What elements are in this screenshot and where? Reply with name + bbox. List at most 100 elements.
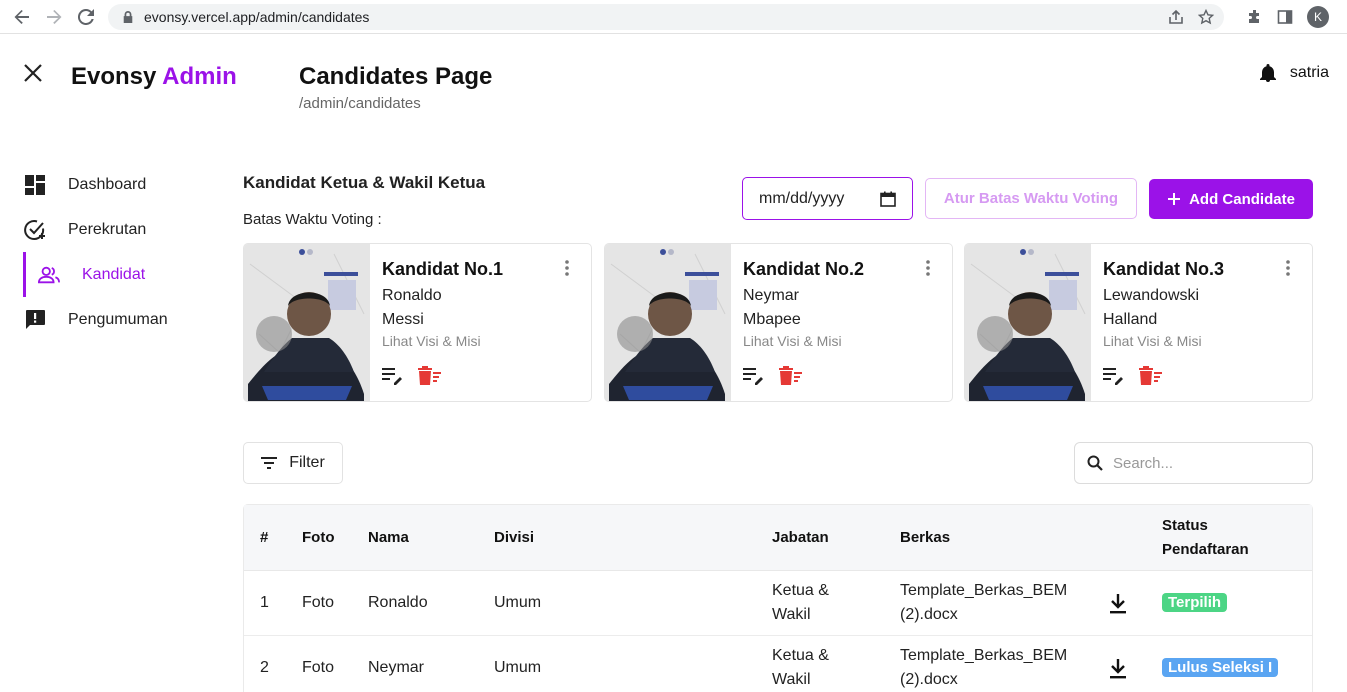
cell-divisi: Umum bbox=[494, 659, 542, 676]
user-menu[interactable]: satria bbox=[1259, 64, 1329, 82]
side-panel-icon[interactable] bbox=[1277, 9, 1293, 25]
share-icon[interactable] bbox=[1168, 9, 1184, 25]
more-options-icon[interactable] bbox=[1280, 258, 1296, 278]
candidate-name-ketua: Neymar bbox=[743, 287, 800, 304]
sidebar-item-label: Pengumuman bbox=[68, 310, 168, 328]
cell-num: 1 bbox=[260, 594, 269, 611]
add-candidate-button[interactable]: Add Candidate bbox=[1149, 179, 1313, 219]
table-row: 2 Foto Neymar Umum Ketua & Wakil Templat… bbox=[244, 636, 1312, 692]
candidates-table: # Foto Nama Divisi Jabatan Berkas Status… bbox=[243, 504, 1313, 692]
brand-logo: Evonsy Admin bbox=[71, 63, 237, 91]
filter-icon bbox=[261, 457, 278, 469]
candidate-card: Kandidat No.3 Lewandowski Halland Lihat … bbox=[964, 243, 1313, 402]
more-options-icon[interactable] bbox=[920, 258, 936, 278]
delete-icon[interactable] bbox=[779, 366, 803, 386]
sidebar-item-kandidat[interactable]: Kandidat bbox=[0, 252, 230, 297]
candidate-name-wakil: Messi bbox=[382, 311, 424, 328]
candidate-name-ketua: Lewandowski bbox=[1103, 287, 1200, 304]
sidebar-item-pengumuman[interactable]: Pengumuman bbox=[0, 297, 230, 342]
cell-berkas-line2: (2).docx bbox=[900, 671, 958, 688]
people-icon bbox=[38, 264, 60, 286]
bell-icon[interactable] bbox=[1259, 64, 1276, 82]
status-badge: Lulus Seleksi I bbox=[1162, 658, 1279, 677]
breadcrumb: /admin/candidates bbox=[299, 95, 421, 112]
search-input[interactable] bbox=[1113, 454, 1293, 472]
vision-mission-link[interactable]: Lihat Visi & Misi bbox=[1103, 333, 1224, 349]
edit-icon[interactable] bbox=[743, 366, 765, 386]
dashboard-icon bbox=[24, 174, 46, 196]
profile-avatar[interactable]: K bbox=[1307, 6, 1329, 28]
candidate-title: Kandidat No.3 bbox=[1103, 259, 1225, 279]
cell-jabatan-line2: Wakil bbox=[772, 671, 811, 688]
forward-icon[interactable] bbox=[40, 3, 68, 31]
search-icon bbox=[1087, 455, 1103, 471]
vision-mission-link[interactable]: Lihat Visi & Misi bbox=[382, 333, 503, 349]
url-text: evonsy.vercel.app/admin/candidates bbox=[144, 9, 370, 25]
date-input[interactable]: mm/dd/yyyy bbox=[742, 177, 913, 220]
sidebar-item-label: Dashboard bbox=[68, 175, 147, 193]
reload-icon[interactable] bbox=[72, 3, 100, 31]
col-status-line2: Pendaftaran bbox=[1162, 541, 1249, 558]
cell-foto: Foto bbox=[302, 594, 335, 611]
candidate-photo bbox=[605, 244, 731, 401]
vision-mission-link[interactable]: Lihat Visi & Misi bbox=[743, 333, 864, 349]
cell-berkas-line2: (2).docx bbox=[900, 606, 958, 623]
cell-jabatan-line1: Ketua & bbox=[772, 582, 829, 599]
check-plus-icon bbox=[24, 219, 46, 241]
close-icon[interactable] bbox=[22, 62, 44, 84]
add-candidate-label: Add Candidate bbox=[1189, 190, 1295, 208]
candidate-name-wakil: Mbapee bbox=[743, 311, 801, 328]
edit-icon[interactable] bbox=[382, 366, 404, 386]
candidate-card: Kandidat No.1 Ronaldo Messi Lihat Visi &… bbox=[243, 243, 592, 402]
brand-main: Evonsy bbox=[71, 63, 157, 90]
back-icon[interactable] bbox=[8, 3, 36, 31]
candidate-title: Kandidat No.2 bbox=[743, 259, 865, 279]
announcement-icon bbox=[24, 309, 46, 331]
delete-icon[interactable] bbox=[1139, 366, 1163, 386]
cell-nama: Ronaldo bbox=[368, 594, 428, 611]
table-header: # Foto Nama Divisi Jabatan Berkas Status… bbox=[244, 505, 1312, 571]
date-placeholder: mm/dd/yyyy bbox=[759, 189, 845, 207]
section-title: Kandidat Ketua & Wakil Ketua bbox=[243, 173, 486, 192]
cell-berkas-line1: Template_Berkas_BEM bbox=[900, 647, 1068, 664]
col-nama: Nama bbox=[368, 529, 409, 546]
filter-button[interactable]: Filter bbox=[243, 442, 343, 484]
cell-divisi: Umum bbox=[494, 594, 542, 611]
col-num: # bbox=[260, 529, 269, 546]
calendar-icon[interactable] bbox=[880, 191, 896, 207]
cell-nama: Neymar bbox=[368, 659, 425, 676]
table-row: 1 Foto Ronaldo Umum Ketua & Wakil Templa… bbox=[244, 571, 1312, 636]
download-icon[interactable] bbox=[1108, 658, 1128, 680]
candidate-photo bbox=[244, 244, 370, 401]
sidebar-item-perekrutan[interactable]: Perekrutan bbox=[0, 207, 230, 252]
cell-jabatan-line1: Ketua & bbox=[772, 647, 829, 664]
cell-num: 2 bbox=[260, 659, 269, 676]
search-box[interactable] bbox=[1074, 442, 1313, 484]
sidebar-item-label: Kandidat bbox=[82, 265, 146, 283]
status-badge: Terpilih bbox=[1162, 593, 1228, 612]
col-jabatan: Jabatan bbox=[772, 529, 829, 546]
sidebar-item-dashboard[interactable]: Dashboard bbox=[0, 162, 230, 207]
edit-icon[interactable] bbox=[1103, 366, 1125, 386]
sidebar-item-label: Perekrutan bbox=[68, 220, 147, 238]
deadline-label: Batas Waktu Voting : bbox=[243, 211, 382, 228]
candidate-name-ketua: Ronaldo bbox=[382, 287, 442, 304]
cell-berkas-line1: Template_Berkas_BEM bbox=[900, 582, 1068, 599]
col-berkas: Berkas bbox=[900, 529, 951, 546]
delete-icon[interactable] bbox=[418, 366, 442, 386]
plus-icon bbox=[1168, 193, 1181, 205]
lock-icon bbox=[123, 11, 133, 23]
page-title: Candidates Page bbox=[299, 63, 493, 90]
candidate-photo bbox=[965, 244, 1091, 401]
download-icon[interactable] bbox=[1108, 593, 1128, 615]
bookmark-star-icon[interactable] bbox=[1198, 9, 1214, 25]
brand-accent: Admin bbox=[162, 63, 237, 90]
cell-foto: Foto bbox=[302, 659, 335, 676]
more-options-icon[interactable] bbox=[559, 258, 575, 278]
set-deadline-button[interactable]: Atur Batas Waktu Voting bbox=[925, 178, 1137, 219]
cell-jabatan-line2: Wakil bbox=[772, 606, 811, 623]
filter-label: Filter bbox=[289, 454, 325, 471]
sidebar: Dashboard Perekrutan Kandidat Pengumuman bbox=[0, 162, 230, 342]
address-bar[interactable]: evonsy.vercel.app/admin/candidates bbox=[108, 4, 1224, 30]
extensions-icon[interactable] bbox=[1247, 9, 1263, 25]
